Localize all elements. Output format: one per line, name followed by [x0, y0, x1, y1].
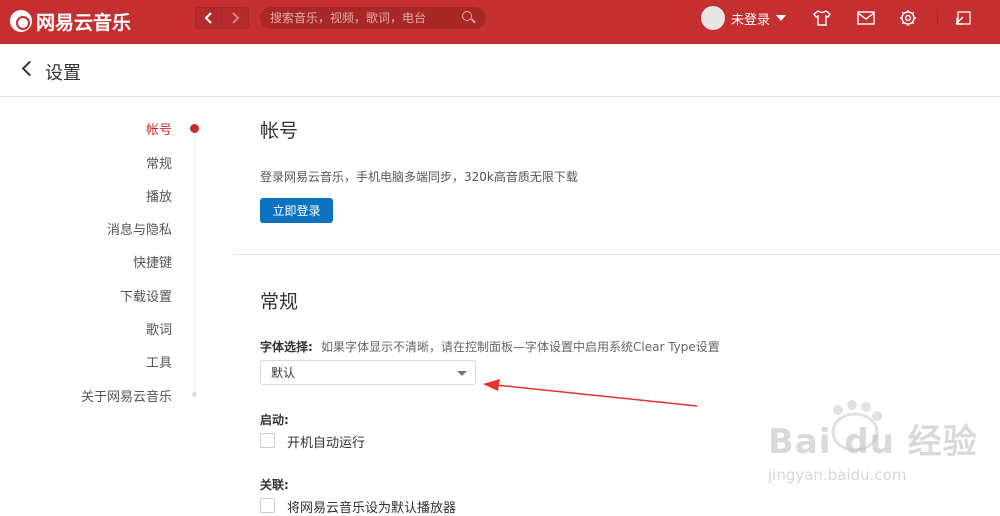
nav-track: [194, 127, 195, 395]
section-divider: [234, 254, 1000, 255]
font-select[interactable]: 默认: [260, 360, 476, 385]
app-name: 网易云音乐: [36, 11, 132, 34]
back-button[interactable]: [195, 7, 222, 29]
gear-icon[interactable]: [898, 9, 918, 27]
user-menu[interactable]: 未登录: [701, 6, 787, 30]
account-description: 登录网易云音乐，手机电脑多端同步，320k高音质无限下载: [260, 170, 578, 184]
watermark-brand: Bai du 经验: [768, 422, 978, 462]
avatar[interactable]: [701, 6, 725, 30]
title-bar: 网易云音乐 未登录: [0, 0, 1000, 44]
section-title-account: 帐号: [260, 120, 299, 142]
watermark-url: jingyan.baidu.com: [768, 466, 907, 484]
caret-down-icon[interactable]: [776, 15, 787, 21]
settings-nav: 帐号 常规 播放 消息与隐私 快捷键 下载设置 歌词 工具 关于网易云音乐: [0, 97, 200, 509]
app-logo[interactable]: 网易云音乐: [10, 8, 131, 34]
dropdown-arrow-icon: [457, 371, 467, 376]
default-player-label[interactable]: 将网易云音乐设为默认播放器: [287, 497, 456, 516]
association-label: 关联:: [260, 478, 289, 492]
forward-button[interactable]: [222, 7, 249, 29]
nav-end-dot: [192, 392, 197, 397]
user-status-label[interactable]: 未登录: [731, 9, 770, 28]
chevron-left-icon: [204, 12, 212, 24]
font-hint: 如果字体显示不清晰，请在控制面板—字体设置中启用系统Clear Type设置: [321, 340, 720, 354]
nav-item-playback[interactable]: 播放: [146, 186, 172, 205]
search-input[interactable]: [270, 11, 462, 25]
nav-item-about[interactable]: 关于网易云音乐: [81, 386, 172, 405]
section-title-general: 常规: [260, 291, 299, 313]
startup-label: 启动:: [260, 413, 289, 427]
mini-mode-icon[interactable]: [953, 9, 973, 27]
nav-item-privacy[interactable]: 消息与隐私: [107, 219, 172, 238]
search-icon[interactable]: [462, 11, 476, 25]
autostart-label[interactable]: 开机自动运行: [287, 432, 365, 451]
page-header: 设置: [0, 44, 1000, 97]
history-nav: [195, 7, 249, 29]
nav-item-tools[interactable]: 工具: [146, 352, 172, 371]
login-button[interactable]: 立即登录: [260, 198, 333, 223]
mail-icon[interactable]: [856, 9, 876, 27]
netease-music-logo-icon: [10, 10, 32, 32]
chevron-right-icon: [232, 12, 240, 24]
search-box[interactable]: [260, 7, 486, 29]
nav-item-general[interactable]: 常规: [146, 153, 172, 172]
nav-item-shortcuts[interactable]: 快捷键: [133, 252, 172, 271]
nav-item-account[interactable]: 帐号: [146, 119, 172, 138]
font-select-value: 默认: [271, 366, 296, 380]
back-arrow-icon[interactable]: [21, 60, 38, 77]
active-indicator-dot: [190, 124, 199, 133]
page-title: 设置: [45, 63, 81, 84]
font-label: 字体选择:: [260, 340, 313, 354]
toolbar-divider: [937, 10, 938, 26]
autostart-checkbox[interactable]: [260, 433, 275, 448]
skin-icon[interactable]: [812, 9, 832, 27]
nav-item-lyrics[interactable]: 歌词: [146, 319, 172, 338]
nav-item-download[interactable]: 下载设置: [120, 286, 172, 305]
default-player-checkbox[interactable]: [260, 498, 275, 513]
